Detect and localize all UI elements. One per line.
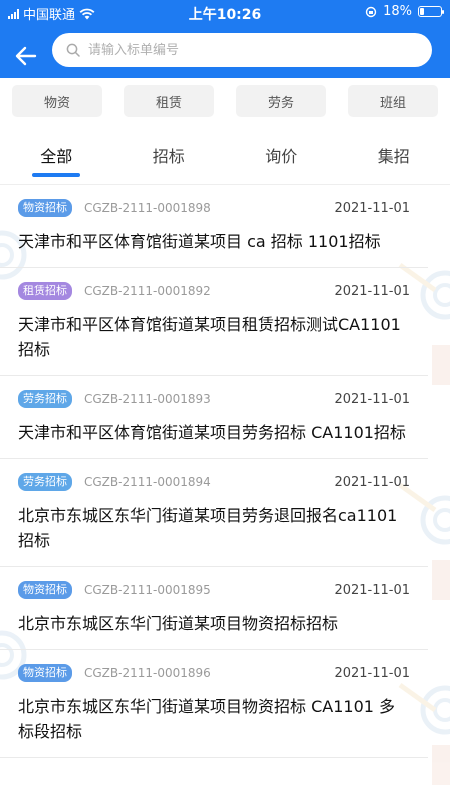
chip-lease[interactable]: 租赁	[124, 85, 214, 117]
search-icon	[66, 43, 80, 57]
item-meta: 劳务招标 CGZB-2111-0001893 2021-11-01	[18, 388, 410, 410]
status-right: 18%	[365, 4, 444, 19]
type-badge: 租赁招标	[18, 282, 72, 300]
bid-date: 2021-11-01	[334, 283, 410, 299]
arrow-left-icon	[15, 46, 37, 66]
bid-title: 北京市东城区东华门街道某项目劳务退回报名ca1101招标	[18, 506, 398, 550]
battery-percent: 18%	[383, 4, 412, 19]
type-badge: 物资招标	[18, 199, 72, 217]
app-header: 中国联通 上午10:26 18%	[0, 0, 450, 78]
bid-title: 北京市东城区东华门街道某项目物资招标招标	[18, 614, 339, 633]
bid-code: CGZB-2111-0001892	[84, 284, 211, 298]
bid-code: CGZB-2111-0001894	[84, 475, 211, 489]
bid-date: 2021-11-01	[334, 391, 410, 407]
back-button[interactable]	[10, 40, 42, 72]
bid-date: 2021-11-01	[334, 665, 410, 681]
chip-labor[interactable]: 劳务	[236, 85, 326, 117]
bid-title: 天津市和平区体育馆街道某项目租赁招标测试CA1101招标	[18, 315, 401, 359]
bid-date: 2021-11-01	[334, 200, 410, 216]
bid-title: 北京市东城区东华门街道某项目物资招标 CA1101 多标段招标	[18, 697, 396, 741]
orientation-lock-icon	[365, 6, 377, 17]
bid-code: CGZB-2111-0001895	[84, 583, 211, 597]
bid-code: CGZB-2111-0001898	[84, 201, 211, 215]
tab-centralized[interactable]: 集招	[338, 135, 450, 183]
search-bar[interactable]	[52, 33, 432, 67]
bid-list: 物资招标 CGZB-2111-0001898 2021-11-01 天津市和平区…	[0, 185, 450, 758]
list-item[interactable]: 劳务招标 CGZB-2111-0001894 2021-11-01 北京市东城区…	[0, 459, 428, 567]
item-meta: 劳务招标 CGZB-2111-0001894 2021-11-01	[18, 471, 410, 493]
list-item[interactable]: 物资招标 CGZB-2111-0001896 2021-11-01 北京市东城区…	[0, 650, 428, 758]
list-item[interactable]: 租赁招标 CGZB-2111-0001892 2021-11-01 天津市和平区…	[0, 268, 428, 376]
list-item[interactable]: 物资招标 CGZB-2111-0001895 2021-11-01 北京市东城区…	[0, 567, 428, 650]
item-meta: 租赁招标 CGZB-2111-0001892 2021-11-01	[18, 280, 410, 302]
item-meta: 物资招标 CGZB-2111-0001898 2021-11-01	[18, 197, 410, 219]
bid-code: CGZB-2111-0001893	[84, 392, 211, 406]
battery-icon	[418, 6, 444, 17]
type-badge: 劳务招标	[18, 390, 72, 408]
type-badge: 物资招标	[18, 581, 72, 599]
tab-all[interactable]: 全部	[0, 135, 113, 183]
item-meta: 物资招标 CGZB-2111-0001896 2021-11-01	[18, 662, 410, 684]
bid-title: 天津市和平区体育馆街道某项目劳务招标 CA1101招标	[18, 423, 406, 442]
tab-bidding[interactable]: 招标	[113, 135, 226, 183]
bid-date: 2021-11-01	[334, 582, 410, 598]
type-badge: 物资招标	[18, 664, 72, 682]
status-bar: 中国联通 上午10:26 18%	[0, 0, 450, 26]
bid-date: 2021-11-01	[334, 474, 410, 490]
chip-team[interactable]: 班组	[348, 85, 438, 117]
chip-material[interactable]: 物资	[12, 85, 102, 117]
type-badge: 劳务招标	[18, 473, 72, 491]
search-input[interactable]	[86, 41, 410, 59]
category-chips: 物资 租赁 劳务 班组	[0, 78, 450, 124]
list-item[interactable]: 劳务招标 CGZB-2111-0001893 2021-11-01 天津市和平区…	[0, 376, 428, 459]
list-item[interactable]: 物资招标 CGZB-2111-0001898 2021-11-01 天津市和平区…	[0, 185, 428, 268]
tab-bar: 全部 招标 询价 集招	[0, 135, 450, 183]
bid-title: 天津市和平区体育馆街道某项目 ca 招标 1101招标	[18, 232, 381, 251]
item-meta: 物资招标 CGZB-2111-0001895 2021-11-01	[18, 579, 410, 601]
bid-code: CGZB-2111-0001896	[84, 666, 211, 680]
tab-inquiry[interactable]: 询价	[225, 135, 338, 183]
